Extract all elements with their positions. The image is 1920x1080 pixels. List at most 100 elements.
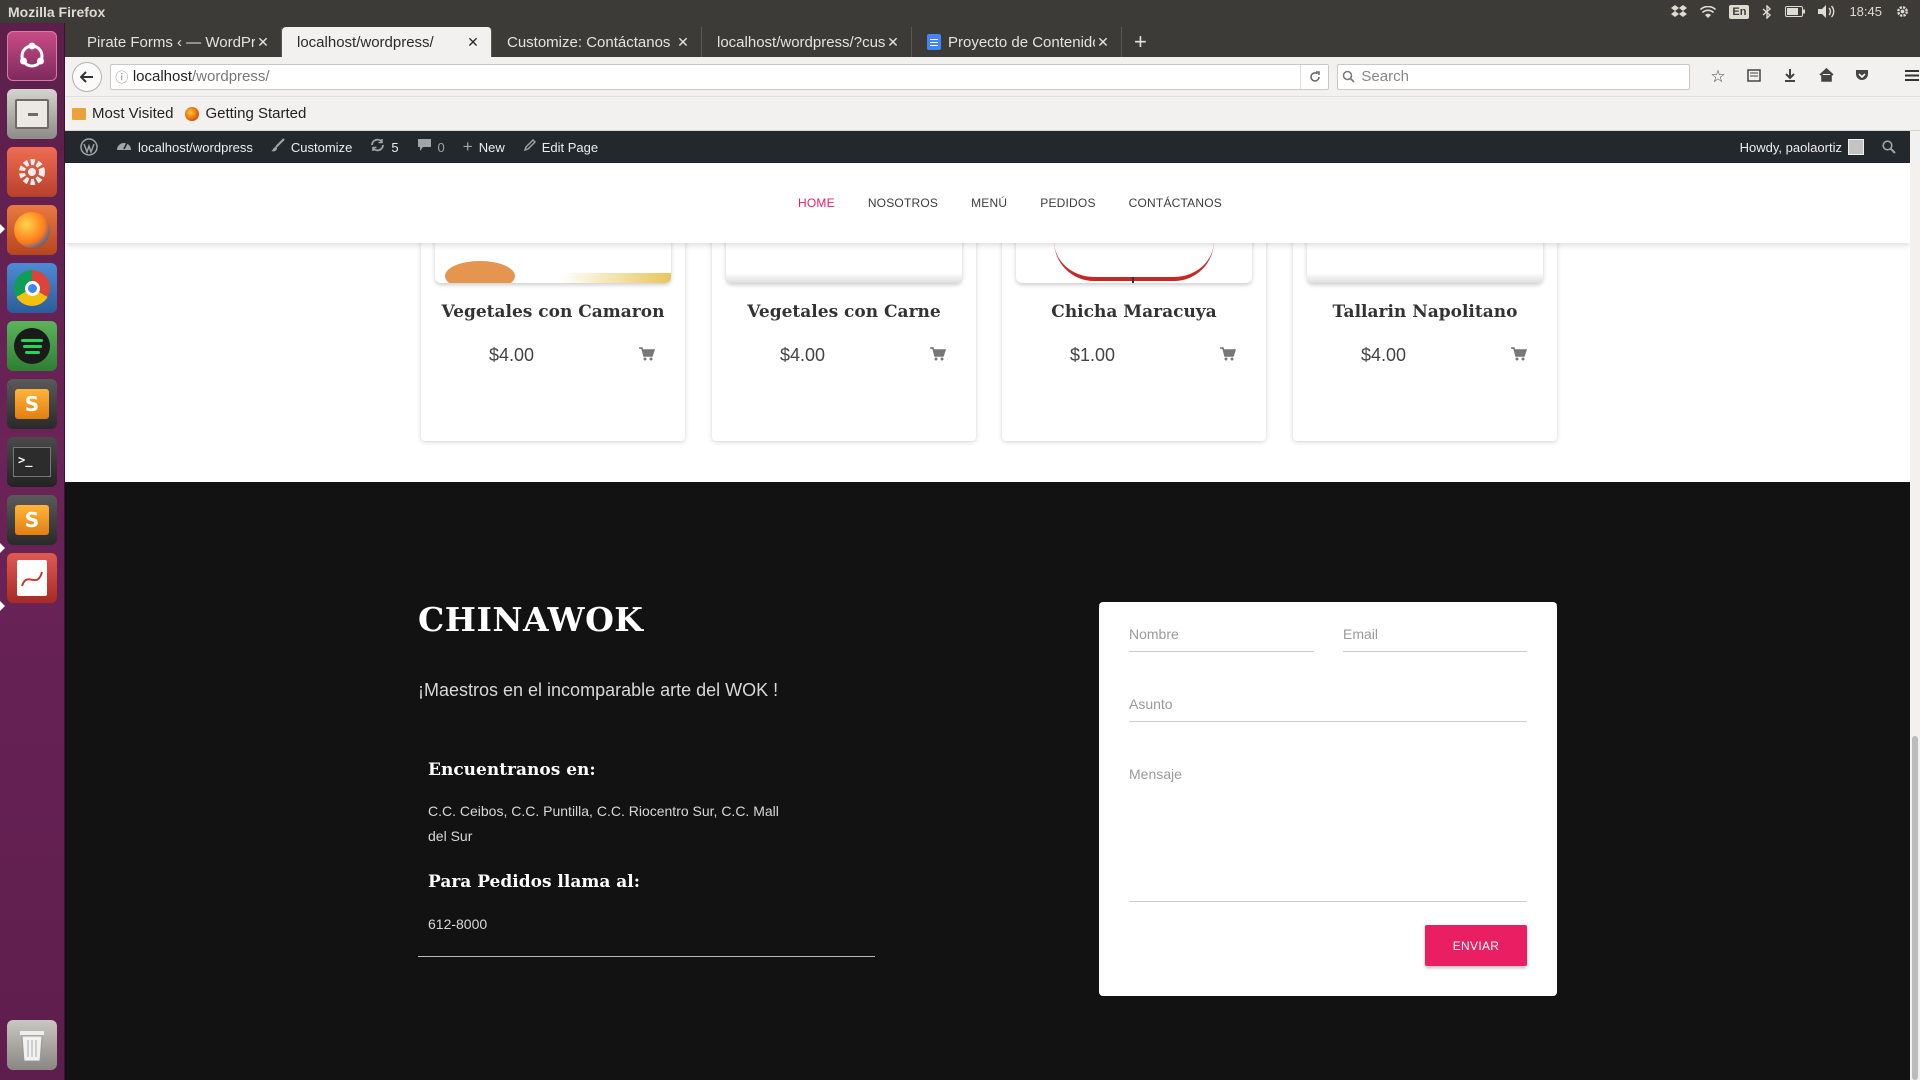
asunto-field[interactable]: Asunto: [1129, 696, 1527, 722]
product-price: $4.00: [1361, 345, 1407, 365]
product-name[interactable]: Chicha Maracuya: [1002, 302, 1266, 322]
browser-tab-bar: Pirate Forms ‹ — WordPre ✕ localhost/wor…: [65, 23, 1920, 57]
bookmark-star-icon[interactable]: ☆: [1710, 67, 1726, 87]
scrollbar-thumb[interactable]: [1912, 736, 1918, 1080]
wp-admin-bar: localhost/wordpress Customize 5 0 + New: [65, 131, 1910, 163]
folder-icon: [72, 107, 86, 120]
system-settings-icon[interactable]: [7, 147, 57, 197]
email-placeholder: Email: [1343, 626, 1379, 642]
enviar-button[interactable]: ENVIAR: [1425, 925, 1527, 966]
cart-icon[interactable]: [1511, 347, 1528, 366]
session-gear-icon[interactable]: [1895, 4, 1910, 19]
menu-item-contactanos[interactable]: CONTÁCTANOS: [1129, 196, 1222, 210]
wp-updates-link[interactable]: 5: [361, 131, 407, 163]
wp-new-link[interactable]: + New: [454, 131, 514, 163]
dropbox-icon[interactable]: [1671, 4, 1688, 19]
google-docs-icon: [927, 34, 941, 50]
product-price: $1.00: [1070, 345, 1116, 365]
wp-comments-link[interactable]: 0: [408, 131, 454, 163]
chrome-icon[interactable]: [7, 263, 57, 313]
keyboard-layout-indicator[interactable]: En: [1729, 4, 1750, 19]
cart-icon[interactable]: [930, 347, 947, 366]
menu-item-nosotros[interactable]: NOSOTROS: [868, 196, 938, 210]
reload-icon[interactable]: [1300, 64, 1328, 89]
volume-icon[interactable]: [1818, 5, 1836, 18]
wordpress-logo-icon[interactable]: [71, 131, 107, 163]
product-name[interactable]: Vegetales con Camaron: [421, 302, 685, 322]
wp-edit-page-link[interactable]: Edit Page: [514, 131, 607, 163]
pencil-icon: [523, 138, 536, 156]
sublime-text-icon[interactable]: S: [7, 379, 57, 429]
firefox-icon[interactable]: [7, 205, 57, 255]
howdy-label: Howdy, paolaortiz: [1739, 139, 1842, 155]
download-icon[interactable]: [1782, 67, 1798, 87]
cart-icon[interactable]: [639, 347, 656, 366]
wp-site-link[interactable]: localhost/wordpress: [107, 131, 262, 163]
menu-item-menu[interactable]: MENÚ: [971, 196, 1007, 210]
hamburger-menu-icon[interactable]: [1904, 67, 1920, 87]
wp-account-menu[interactable]: Howdy, paolaortiz: [1731, 131, 1873, 163]
search-icon: [1343, 70, 1355, 83]
new-label: New: [478, 139, 505, 155]
email-field[interactable]: Email: [1343, 626, 1527, 652]
mensaje-field[interactable]: Mensaje: [1129, 766, 1527, 902]
nombre-placeholder: Nombre: [1129, 626, 1179, 642]
tab-label: localhost/wordpress/: [297, 33, 434, 51]
bookmark-getting-started[interactable]: Getting Started: [185, 105, 306, 122]
search-input[interactable]: Search: [1337, 63, 1691, 90]
bookmark-most-visited[interactable]: Most Visited: [72, 105, 173, 122]
mensaje-placeholder: Mensaje: [1129, 766, 1182, 782]
search-icon: [1882, 140, 1896, 154]
page-scrollbar[interactable]: [1910, 131, 1920, 1080]
reading-list-icon[interactable]: [1746, 67, 1762, 87]
url-text: localhost/wordpress/: [132, 68, 270, 85]
close-icon[interactable]: ✕: [465, 34, 481, 51]
asunto-placeholder: Asunto: [1129, 696, 1173, 712]
browser-tab[interactable]: Pirate Forms ‹ — WordPre ✕: [72, 27, 282, 57]
menu-item-home[interactable]: HOME: [798, 196, 835, 210]
browser-tab-active[interactable]: localhost/wordpress/ ✕: [282, 27, 492, 57]
spotify-icon[interactable]: [7, 321, 57, 371]
nombre-field[interactable]: Nombre: [1129, 626, 1314, 652]
battery-icon[interactable]: [1785, 6, 1806, 17]
footer-brand-title: CHINAWOK: [418, 600, 644, 639]
url-bar[interactable]: ⓘ localhost/wordpress/: [109, 63, 1330, 90]
tab-label: localhost/wordpress/?cus: [717, 33, 885, 51]
sublime-text-icon[interactable]: S: [7, 495, 57, 545]
ubuntu-dash-icon[interactable]: [7, 31, 57, 81]
contact-form: Nombre Email Asunto Mensaje ENVIAR: [1099, 602, 1557, 996]
tab-label: Pirate Forms ‹ — WordPre: [87, 33, 255, 51]
customize-label: Customize: [290, 139, 353, 155]
home-icon[interactable]: [1818, 67, 1834, 87]
locations-text: C.C. Ceibos, C.C. Puntilla, C.C. Riocent…: [428, 803, 779, 844]
bluetooth-icon[interactable]: [1762, 4, 1772, 19]
window-title: Mozilla Firefox: [8, 3, 106, 20]
clock[interactable]: 18:45: [1849, 4, 1882, 19]
wp-customize-link[interactable]: Customize: [262, 131, 361, 163]
pocket-icon[interactable]: [1854, 67, 1870, 87]
wp-search-button[interactable]: [1873, 131, 1910, 163]
close-icon[interactable]: ✕: [675, 34, 691, 51]
product-name[interactable]: Vegetales con Carne: [712, 302, 976, 322]
files-icon[interactable]: [7, 89, 57, 139]
info-icon[interactable]: ⓘ: [111, 67, 133, 86]
menu-item-pedidos[interactable]: PEDIDOS: [1040, 196, 1095, 210]
system-tray: En 18:45: [1671, 4, 1920, 19]
cart-icon[interactable]: [1220, 347, 1237, 366]
edit-page-label: Edit Page: [541, 139, 599, 155]
browser-tab[interactable]: localhost/wordpress/?cus ✕: [702, 27, 912, 57]
product-name[interactable]: Tallarin Napolitano: [1293, 302, 1557, 322]
trash-icon[interactable]: [7, 1020, 57, 1070]
back-button[interactable]: [72, 61, 102, 92]
new-tab-button[interactable]: +: [1122, 27, 1159, 57]
close-icon[interactable]: ✕: [1095, 34, 1111, 51]
close-icon[interactable]: ✕: [885, 34, 901, 51]
browser-tab[interactable]: Customize: Contáctanos ✕: [492, 27, 702, 57]
wifi-icon[interactable]: [1700, 5, 1717, 18]
locations-heading: Encuentranos en:: [428, 760, 596, 780]
site-footer: CHINAWOK ¡Maestros en el incomparable ar…: [65, 482, 1910, 1080]
close-icon[interactable]: ✕: [255, 34, 271, 51]
browser-tab[interactable]: Proyecto de Contenido ✕: [912, 27, 1122, 57]
terminal-icon[interactable]: >_: [7, 437, 57, 487]
document-viewer-icon[interactable]: [7, 553, 57, 603]
